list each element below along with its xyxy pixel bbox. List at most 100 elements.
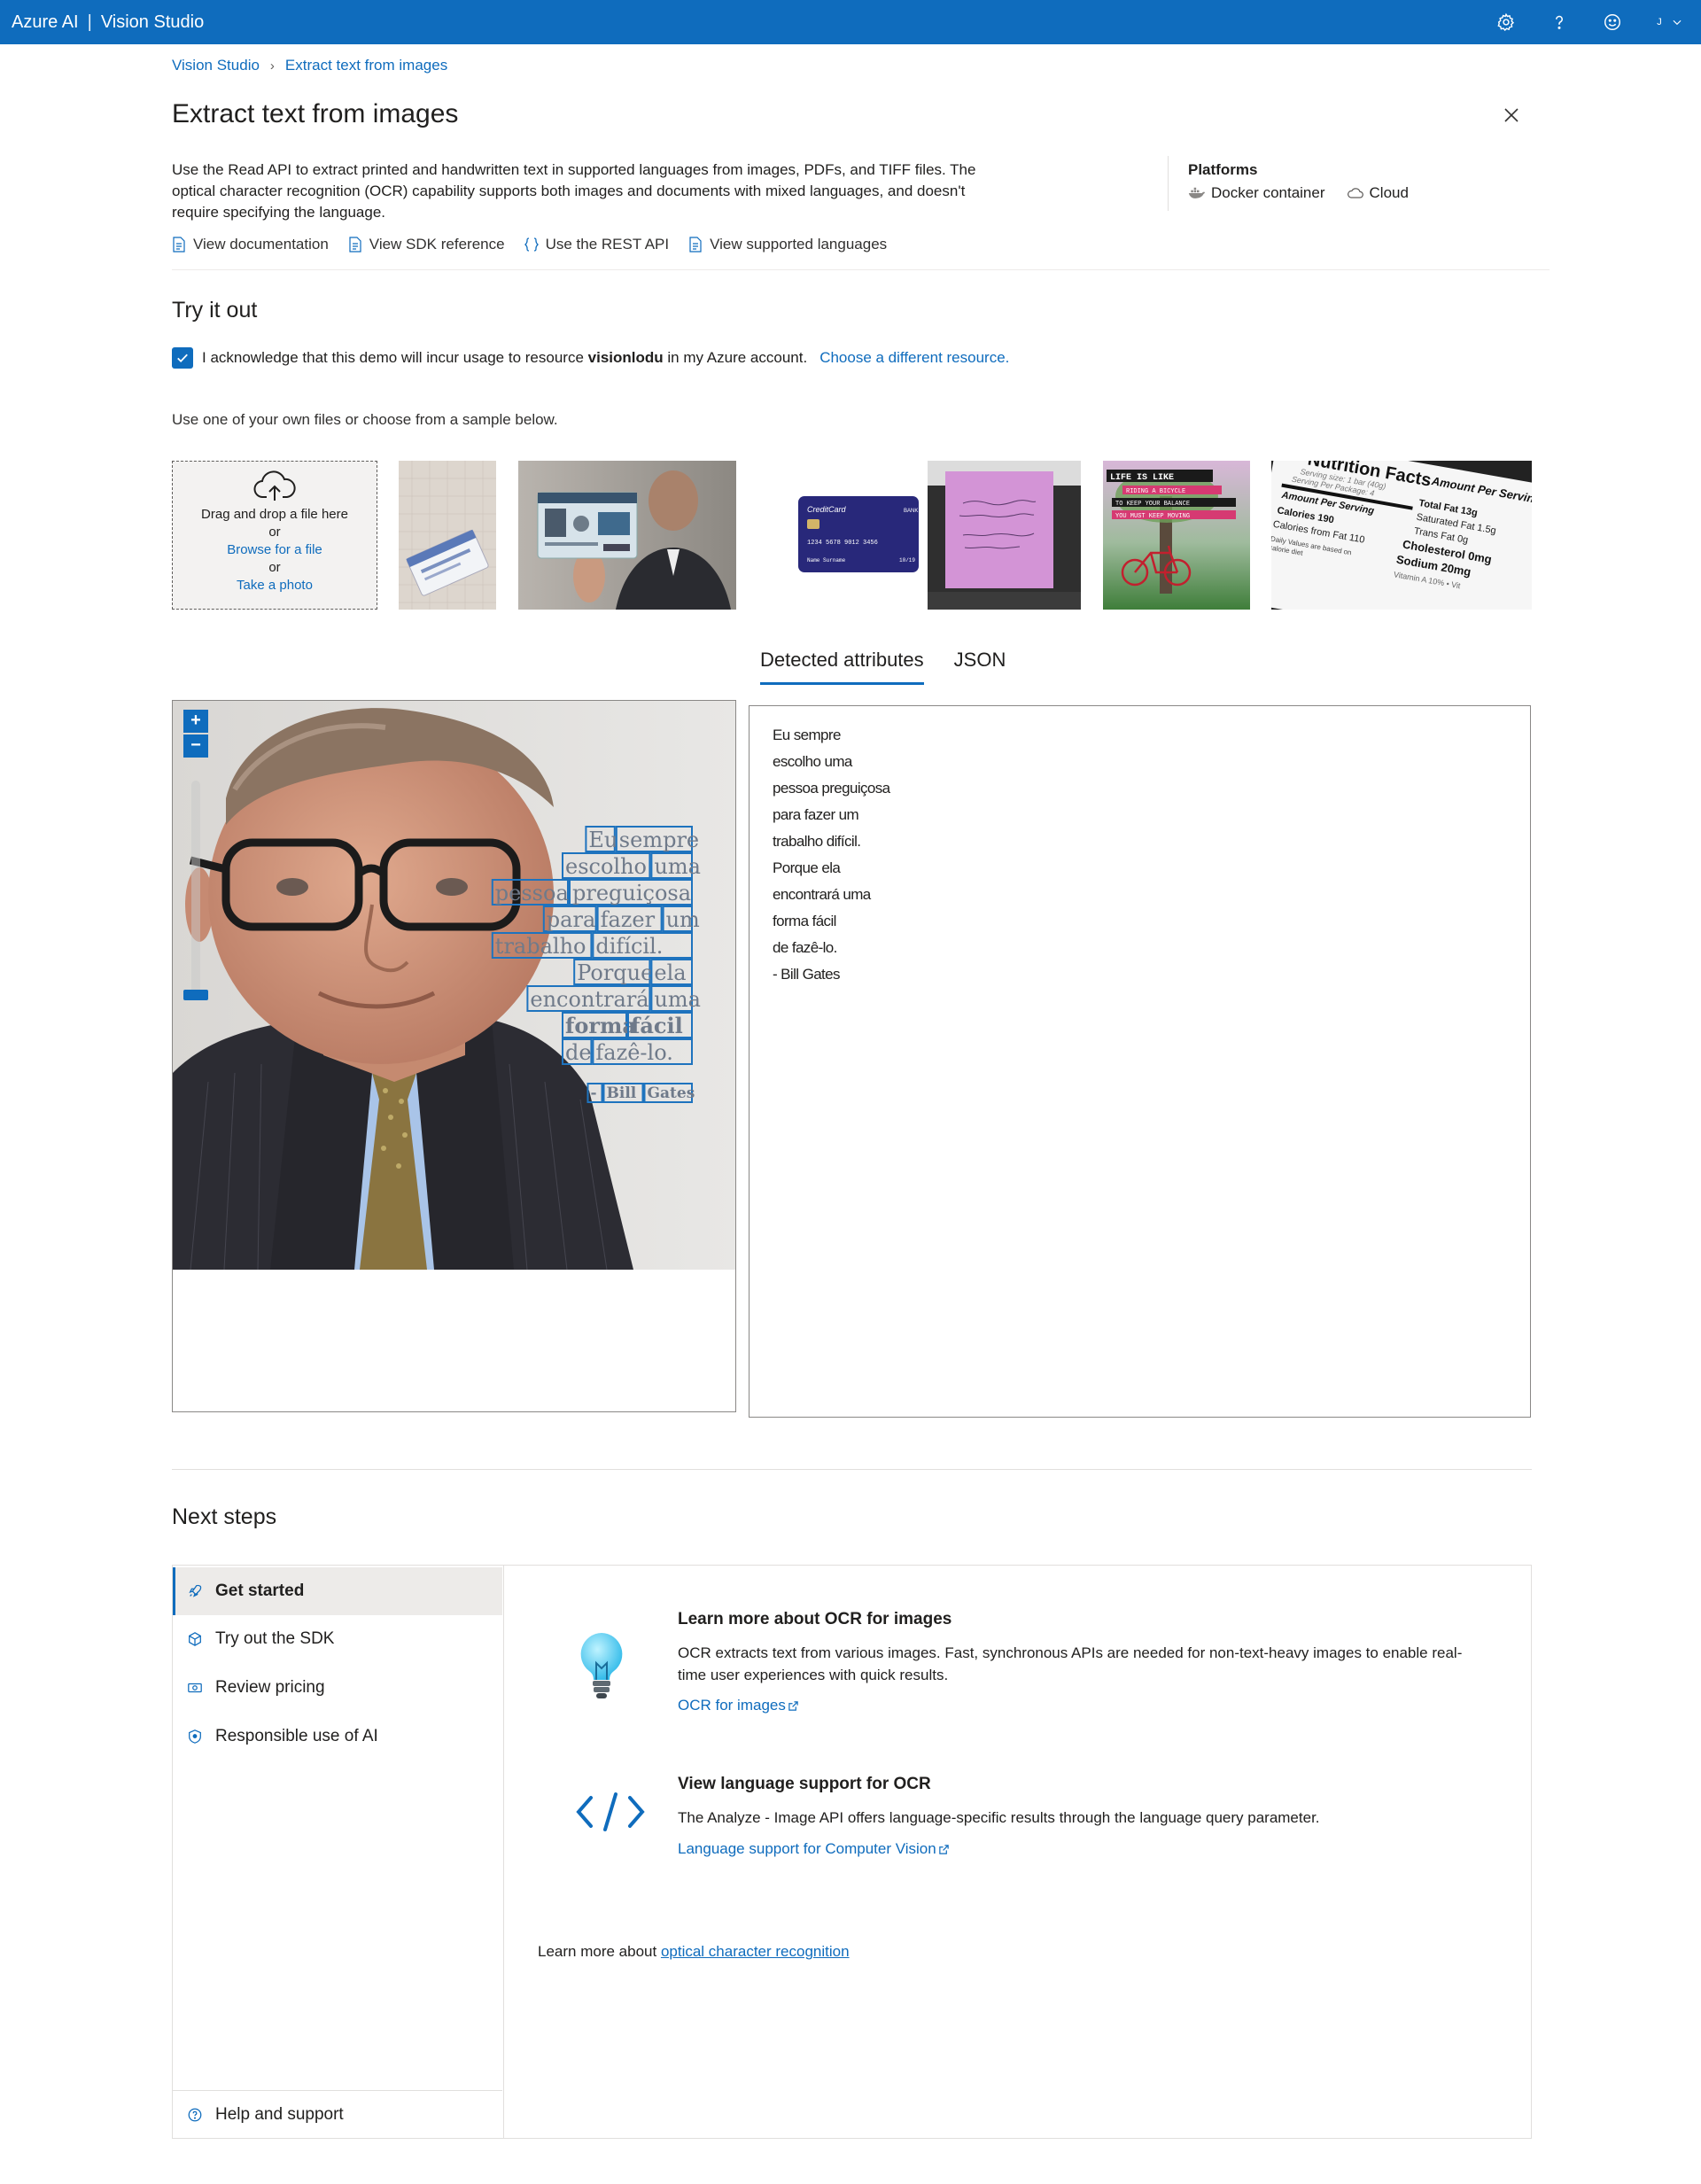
poster-line-4: YOU MUST KEEP MOVING <box>1115 513 1190 520</box>
braces-icon <box>524 237 539 252</box>
nav-get-started[interactable]: Get started <box>173 1567 502 1615</box>
feedback-button[interactable] <box>1586 0 1639 44</box>
nav-responsible-ai[interactable]: Responsible use of AI <box>173 1713 502 1760</box>
gear-icon <box>1497 12 1515 32</box>
card-language-support-body: The Analyze - Image API offers language-… <box>678 1809 1320 1826</box>
external-link-icon <box>788 1700 798 1711</box>
next-steps-panel: Get started Try out the SDK Review prici… <box>172 1565 1532 2139</box>
ocr-for-images-link[interactable]: OCR for images <box>678 1697 799 1714</box>
cloud-upload-icon <box>253 470 296 501</box>
ocr-word-text: fazê-lo. <box>595 1040 672 1065</box>
ocr-word-text: uma <box>654 987 701 1012</box>
credit-card-name: Name Surname <box>807 557 846 563</box>
sample-gallery: Drag and drop a file here or Browse for … <box>172 461 1532 610</box>
zoom-out-button[interactable]: − <box>183 734 208 758</box>
ocr-word-box: um <box>662 905 700 932</box>
supported-languages-link[interactable]: View supported languages <box>688 236 887 253</box>
nav-help-support-label: Help and support <box>215 2104 344 2124</box>
tab-json[interactable]: JSON <box>954 649 1006 685</box>
image-viewer[interactable]: Eu sempre escolho uma pessoa preguiçosa para fa… <box>172 700 736 1412</box>
browse-file-link[interactable]: Browse for a file <box>227 542 322 557</box>
account-initial: J <box>1657 17 1662 27</box>
credit-card-bank: BANK <box>904 509 918 514</box>
acknowledge-text: I acknowledge that this demo will incur … <box>202 349 807 367</box>
cloud-icon <box>1347 188 1363 198</box>
settings-button[interactable] <box>1480 0 1533 44</box>
document-icon <box>689 237 702 253</box>
next-steps-title: Next steps <box>172 1504 277 1529</box>
upload-dropzone[interactable]: Drag and drop a file here or Browse for … <box>172 461 377 610</box>
rest-api-link[interactable]: Use the REST API <box>524 236 669 253</box>
ocr-word-box: sempre <box>615 826 699 852</box>
ocr-learn-more-link[interactable]: optical character recognition <box>661 1943 850 1960</box>
account-button[interactable]: J <box>1639 0 1701 44</box>
sample-image-ss-card[interactable] <box>399 461 496 610</box>
ocr-word-box: pessoa <box>491 879 569 905</box>
sticky-note-image <box>928 461 1081 610</box>
ocr-overlay: Eu sempreescolho umapessoa preguiçosapara fa… <box>491 826 701 1103</box>
sample-image-id-card[interactable] <box>518 461 736 610</box>
document-icon <box>173 237 185 253</box>
detected-attributes-panel: Eu sempre escolho uma pessoa preguiçosa par… <box>749 705 1531 1418</box>
upload-drag-label: Drag and drop a file here <box>201 507 348 522</box>
take-photo-link[interactable]: Take a photo <box>237 578 313 593</box>
ocr-word-box: uma <box>650 852 701 879</box>
nav-help-support[interactable]: Help and support <box>173 2090 502 2138</box>
nav-review-pricing[interactable]: Review pricing <box>173 1664 502 1712</box>
acknowledge-prefix: I acknowledge that this demo will incur … <box>202 349 584 366</box>
product-name: Vision Studio <box>100 12 205 32</box>
chevron-right-icon: › <box>269 58 275 74</box>
code-icon <box>576 1792 645 1831</box>
page-title: Extract text from images <box>172 99 459 128</box>
breadcrumb-current-link[interactable]: Extract text from images <box>285 57 447 74</box>
poster-line-3: TO KEEP YOUR BALANCE <box>1115 501 1190 508</box>
nav-get-started-label: Get started <box>215 1582 305 1600</box>
ocr-word-box: ela <box>650 959 694 985</box>
ocr-word-text: para <box>547 907 595 932</box>
breadcrumb-home-link[interactable]: Vision Studio <box>172 57 260 74</box>
zoom-slider-thumb[interactable] <box>183 990 208 1000</box>
ocr-word-box: fácil <box>627 1012 693 1038</box>
ocr-word-text: - <box>591 1084 597 1102</box>
close-button[interactable] <box>1501 105 1522 126</box>
nutrition-facts-image: Nutrition Facts Serving size: 1 bar (40g… <box>1271 461 1532 610</box>
platforms-panel: Platforms Docker container Cloud <box>1168 156 1409 211</box>
ocr-word-box: encontrará <box>526 985 651 1012</box>
card-language-support-title: View language support for OCR <box>678 1775 931 1793</box>
ocr-word-text: encontrará <box>530 987 649 1012</box>
ocr-word-text: ela <box>654 960 686 985</box>
zoom-in-button[interactable]: + <box>183 710 208 733</box>
tab-detected-attributes[interactable]: Detected attributes <box>760 649 924 685</box>
view-sdk-link[interactable]: View SDK reference <box>348 236 505 253</box>
ocr-word-box: preguiçosa <box>569 879 693 905</box>
external-link-icon <box>938 1844 949 1854</box>
nav-try-sdk[interactable]: Try out the SDK <box>173 1615 502 1663</box>
try-it-out-title: Try it out <box>172 298 258 323</box>
ss-card-image <box>399 461 496 610</box>
sample-image-nutrition-facts[interactable]: Nutrition Facts Serving size: 1 bar (40g… <box>1271 461 1532 610</box>
view-sdk-label: View SDK reference <box>369 236 505 253</box>
learn-more-row: Learn more about optical character recog… <box>538 1943 850 1961</box>
language-support-label: Language support for Computer Vision <box>678 1840 936 1857</box>
sample-image-bicycle-poster[interactable]: LIFE IS LIKE RIDING A BICYCLE TO KEEP YO… <box>1103 461 1250 610</box>
platforms-title: Platforms <box>1188 161 1258 178</box>
ocr-word-box: fazer <box>596 905 663 932</box>
docker-icon <box>1188 187 1206 198</box>
detected-text-line: Porque ela <box>773 859 841 876</box>
zoom-slider-track[interactable] <box>191 781 200 993</box>
sample-hint: Use one of your own files or choose from… <box>172 411 558 428</box>
sample-image-sticky-note[interactable] <box>928 461 1081 610</box>
ocr-word-text: uma <box>654 854 701 879</box>
detected-text-line: para fazer um <box>773 806 859 823</box>
acknowledge-suffix: in my Azure account. <box>667 349 808 366</box>
brand[interactable]: Azure AI | Vision Studio <box>12 12 204 33</box>
brand-name: Azure AI <box>12 12 79 32</box>
choose-resource-link[interactable]: Choose a different resource. <box>819 349 1009 367</box>
result-tabs: Detected attributes JSON <box>760 649 1006 685</box>
language-support-link[interactable]: Language support for Computer Vision <box>678 1840 950 1858</box>
acknowledge-checkbox[interactable] <box>172 347 193 369</box>
help-button[interactable] <box>1533 0 1586 44</box>
ocr-word-box: Eu <box>585 826 617 852</box>
view-documentation-link[interactable]: View documentation <box>172 236 329 253</box>
supported-languages-label: View supported languages <box>710 236 888 253</box>
